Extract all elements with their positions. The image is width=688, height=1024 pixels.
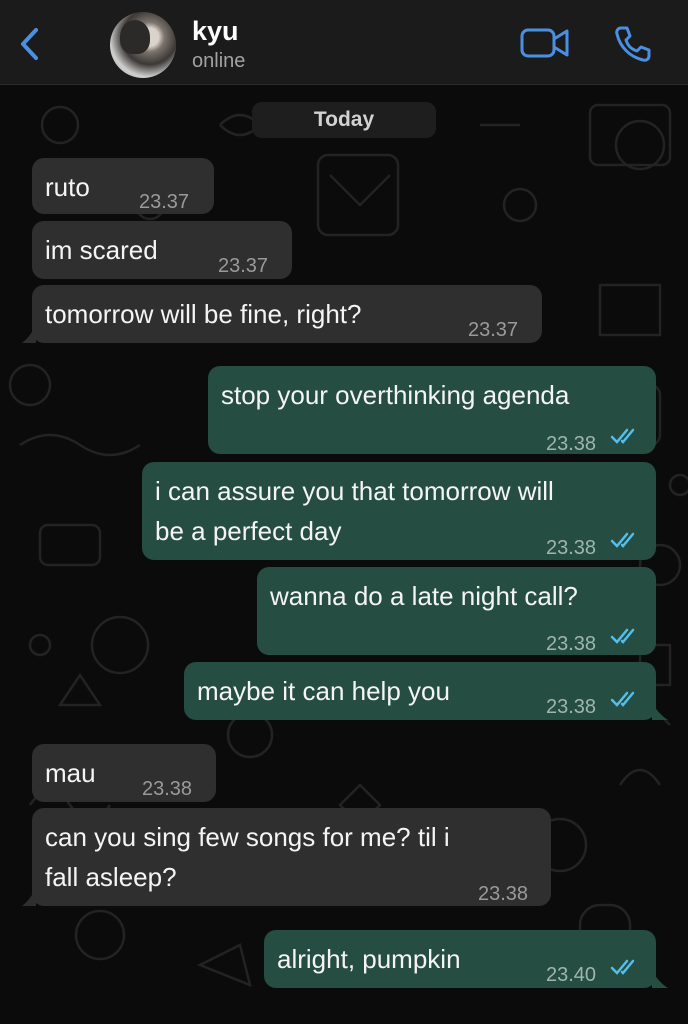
message-text-line: be a perfect day bbox=[155, 516, 342, 546]
message-bubble-incoming[interactable]: ruto 23.37 bbox=[32, 158, 214, 214]
message-bubble-outgoing[interactable]: wanna do a late night call? 23.38 bbox=[257, 567, 656, 655]
message-time: 23.37 bbox=[139, 191, 190, 213]
contact-status: online bbox=[192, 50, 246, 72]
message-time: 23.38 bbox=[546, 696, 597, 718]
chat-header: kyu online bbox=[0, 0, 688, 85]
bubble-tail bbox=[22, 325, 36, 343]
message-time: 23.38 bbox=[478, 883, 529, 905]
message-text: tomorrow will be fine, right? bbox=[45, 299, 362, 329]
message-bubble-outgoing[interactable]: alright, pumpkin 23.40 bbox=[264, 930, 668, 988]
message-text: wanna do a late night call? bbox=[270, 581, 578, 611]
read-receipt-icon bbox=[610, 959, 635, 975]
message-bubble-incoming[interactable]: mau 23.38 bbox=[32, 744, 216, 802]
read-receipt-icon bbox=[610, 628, 635, 644]
message-bubble-outgoing[interactable]: maybe it can help you 23.38 bbox=[184, 662, 668, 720]
bubble-tail bbox=[22, 888, 36, 906]
message-time: 23.38 bbox=[142, 778, 193, 800]
message-text: ruto bbox=[45, 172, 90, 202]
message-text: mau bbox=[45, 758, 96, 788]
message-text: maybe it can help you bbox=[197, 676, 450, 706]
message-time: 23.40 bbox=[546, 964, 597, 986]
contact-avatar[interactable] bbox=[110, 12, 176, 78]
message-bubble-outgoing[interactable]: stop your overthinking agenda 23.38 bbox=[208, 366, 656, 455]
read-receipt-icon bbox=[610, 428, 635, 444]
voice-call-icon[interactable] bbox=[612, 24, 652, 64]
message-bubble-incoming[interactable]: im scared 23.37 bbox=[32, 221, 292, 279]
message-time: 23.37 bbox=[468, 319, 519, 341]
read-receipt-icon bbox=[610, 532, 635, 548]
message-time: 23.38 bbox=[546, 537, 597, 559]
video-call-icon[interactable] bbox=[520, 26, 570, 60]
message-time: 23.38 bbox=[546, 633, 597, 655]
message-text: alright, pumpkin bbox=[277, 944, 461, 974]
date-separator: Today bbox=[252, 102, 436, 138]
bubble-tail bbox=[652, 970, 668, 988]
message-time: 23.37 bbox=[218, 255, 269, 277]
bubble-tail bbox=[652, 702, 668, 720]
message-text: stop your overthinking agenda bbox=[221, 380, 570, 410]
message-time: 23.38 bbox=[546, 433, 597, 455]
read-receipt-icon bbox=[610, 691, 635, 707]
back-chevron-icon[interactable] bbox=[16, 24, 44, 64]
message-bubble-incoming[interactable]: tomorrow will be fine, right? 23.37 bbox=[22, 285, 542, 343]
message-text: im scared bbox=[45, 235, 158, 265]
message-bubble-incoming[interactable]: can you sing few songs for me? til i fal… bbox=[22, 808, 551, 906]
message-text-line: i can assure you that tomorrow will bbox=[155, 476, 554, 506]
message-bubble-outgoing[interactable]: i can assure you that tomorrow will be a… bbox=[142, 462, 656, 560]
message-text-line: can you sing few songs for me? til i bbox=[45, 822, 450, 852]
message-text-line: fall asleep? bbox=[45, 862, 177, 892]
contact-name[interactable]: kyu bbox=[192, 16, 239, 47]
